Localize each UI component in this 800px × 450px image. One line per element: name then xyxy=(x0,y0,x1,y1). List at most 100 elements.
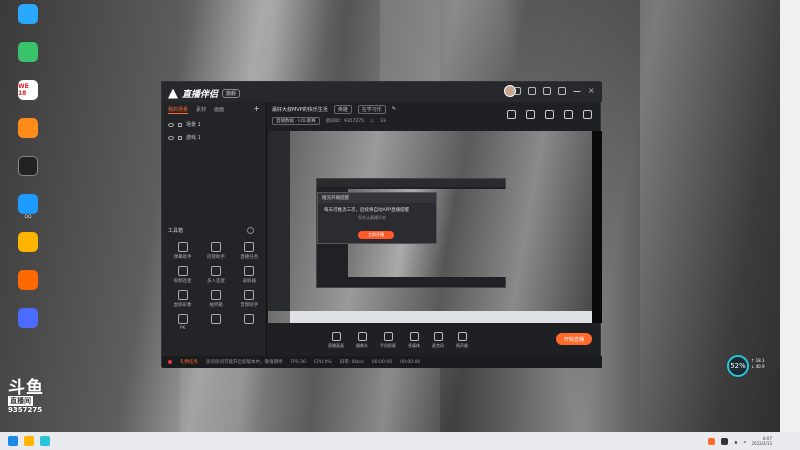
tool-item[interactable] xyxy=(233,314,266,331)
status-record-time: 00:00:00 xyxy=(400,359,421,365)
scene-label: 游戏 1 xyxy=(186,135,201,141)
tab-my-scenes[interactable]: 我的场景 xyxy=(168,106,189,114)
tool-item[interactable]: 房管助手 xyxy=(199,242,232,260)
volume-icon[interactable]: ◂ xyxy=(743,439,745,444)
lock-icon[interactable] xyxy=(178,135,182,140)
control-camera[interactable]: 摄像头 xyxy=(356,331,368,349)
tool-item[interactable]: 录屏器 xyxy=(233,266,266,284)
status-warning[interactable]: 礼物任务 xyxy=(180,359,198,365)
lock-icon[interactable] xyxy=(526,110,535,119)
desktop-icon[interactable] xyxy=(8,308,48,346)
tool-item[interactable]: 视频连麦 xyxy=(166,266,199,284)
status-notice: 您的房间可能开启新版本中，敬请期待 xyxy=(206,360,283,365)
close-icon[interactable]: × xyxy=(588,87,596,95)
tool-item[interactable] xyxy=(199,314,232,331)
douyu-watermark: 斗鱼 直播间 9357275 xyxy=(8,380,44,414)
dialog-start-button[interactable]: 立即开播 xyxy=(358,231,394,239)
notification-icon[interactable] xyxy=(513,87,521,95)
desktop-icon[interactable] xyxy=(8,4,48,42)
desktop-icon[interactable] xyxy=(8,270,48,308)
tool-item[interactable]: 多人连麦 xyxy=(199,266,232,284)
media-icon xyxy=(409,331,419,341)
record-icon[interactable] xyxy=(507,110,516,119)
lock-icon[interactable] xyxy=(178,122,182,127)
mail-icon[interactable] xyxy=(528,87,536,95)
preview-edge xyxy=(592,131,602,323)
stream-data-tag[interactable]: 直播数据 · LOL联赛 xyxy=(272,117,320,125)
app-icon xyxy=(18,42,38,62)
taskbar-app-icon[interactable] xyxy=(40,436,50,446)
qq-icon xyxy=(18,194,38,214)
screen-icon xyxy=(331,331,341,341)
toolbox-toggle-icon[interactable] xyxy=(247,227,255,234)
scene-item[interactable]: 游戏 1 xyxy=(162,131,266,144)
preview-desktop-icons xyxy=(268,131,290,311)
control-mic[interactable]: 麦克风 xyxy=(432,331,444,349)
gauge-stats: ↑ 18.1 ↓ 40.9 xyxy=(751,358,765,370)
tool-item[interactable]: PK xyxy=(166,314,199,331)
scene-tabs: 我的场景 素材 画面 + xyxy=(162,102,266,118)
add-scene-icon[interactable]: + xyxy=(253,105,260,114)
fire-icon: ♨ xyxy=(370,118,375,124)
tool-item[interactable]: 弹幕助手 xyxy=(166,242,199,260)
status-live-time: 00:00:00 xyxy=(371,359,393,365)
control-media[interactable]: 多媒体 xyxy=(408,331,420,349)
menu-icon[interactable] xyxy=(558,87,566,95)
camera-icon xyxy=(357,331,367,341)
tray-app-icon[interactable] xyxy=(721,437,729,445)
version-badge[interactable]: 旗舰 xyxy=(222,89,241,98)
dialog-sub: 您在认真播开启 xyxy=(358,215,386,220)
scene-item[interactable]: 场景 1 xyxy=(162,118,266,131)
gauge-value: 52% xyxy=(727,355,749,377)
eye-icon[interactable] xyxy=(168,135,174,140)
network-icon[interactable]: ▲ xyxy=(734,439,737,444)
desktop-icon[interactable]: WE 18 xyxy=(8,80,48,118)
perf-gauge[interactable]: 52% ↑ 18.1 ↓ 40.9 xyxy=(727,355,775,379)
desktop-icon[interactable] xyxy=(8,232,48,270)
app-titlebar: 直播伴侣 旗舰 × xyxy=(162,82,602,102)
start-icon[interactable] xyxy=(8,436,18,446)
crop-icon[interactable] xyxy=(564,110,573,119)
subcategory-tag[interactable]: 在学习乐 xyxy=(357,104,386,114)
heat-value: 33 xyxy=(380,118,386,124)
tab-material[interactable]: 素材 xyxy=(196,106,206,114)
brand-logo-icon xyxy=(168,88,178,99)
edit-icon[interactable]: ✎ xyxy=(392,106,396,112)
live-reminder-dialog: 推流开播提醒 每天可推流三次，后续将自动APP直播提醒 您在认真播开启 立即开播 xyxy=(317,192,437,244)
app-brand: 直播伴侣 旗舰 xyxy=(168,87,241,100)
watermark-logo: 斗鱼 xyxy=(8,378,44,398)
watermark-room: 9357275 xyxy=(8,406,43,414)
alert-icon xyxy=(168,360,172,364)
desktop-icon[interactable] xyxy=(8,118,48,156)
control-screen[interactable]: 直播画面 xyxy=(328,331,344,349)
tool-item[interactable]: 直播任务 xyxy=(233,242,266,260)
tool-item[interactable]: 抽奖箱 xyxy=(199,290,232,308)
control-speaker[interactable]: 扬声器 xyxy=(456,331,468,349)
toolbox-grid: 弹幕助手 房管助手 直播任务 视频连麦 多人连麦 录屏器 虚拟形象 抽奖箱 音频… xyxy=(166,242,266,331)
layout-icon[interactable] xyxy=(545,110,554,119)
tool-item[interactable]: 虚拟形象 xyxy=(166,290,199,308)
start-live-button[interactable]: 开始直播 xyxy=(556,333,592,345)
minimize-icon[interactable] xyxy=(573,87,581,92)
status-bar: 礼物任务 您的房间可能开启新版本中，敬请期待 FPS:30 CPU:0% 码率:… xyxy=(162,356,602,368)
system-tray: ▲ ◂ 8:07 2022/2/12 xyxy=(708,436,772,446)
tray-app-icon[interactable] xyxy=(708,437,716,445)
taskbar-app-icon[interactable] xyxy=(24,436,34,446)
toolbox-header: 工具箱 xyxy=(168,227,262,234)
tool-item[interactable]: 音频助手 xyxy=(233,290,266,308)
stream-title[interactable]: 最好大叔MVP的快乐生活 xyxy=(272,106,328,113)
tab-picture[interactable]: 画面 xyxy=(214,106,224,114)
settings-icon[interactable] xyxy=(543,87,551,95)
preview-taskbar xyxy=(290,311,592,323)
app-icon xyxy=(18,232,38,252)
eye-icon[interactable] xyxy=(168,122,174,127)
desktop-icon[interactable]: QQ xyxy=(8,194,48,232)
share-icon[interactable] xyxy=(583,110,592,119)
desktop-icon[interactable] xyxy=(8,42,48,80)
dialog-title: 推流开播提醒 xyxy=(318,193,436,203)
category-tag[interactable]: 英雄 xyxy=(333,104,352,114)
live-companion-window: 直播伴侣 旗舰 × 我的场景 素材 画面 + 场景 1 游戏 1 工具箱 弹幕助… xyxy=(161,81,602,368)
control-phone[interactable]: 手机投屏 xyxy=(380,331,396,349)
taskbar-clock[interactable]: 8:07 2022/2/12 xyxy=(751,436,772,446)
desktop-icon[interactable] xyxy=(8,156,48,194)
